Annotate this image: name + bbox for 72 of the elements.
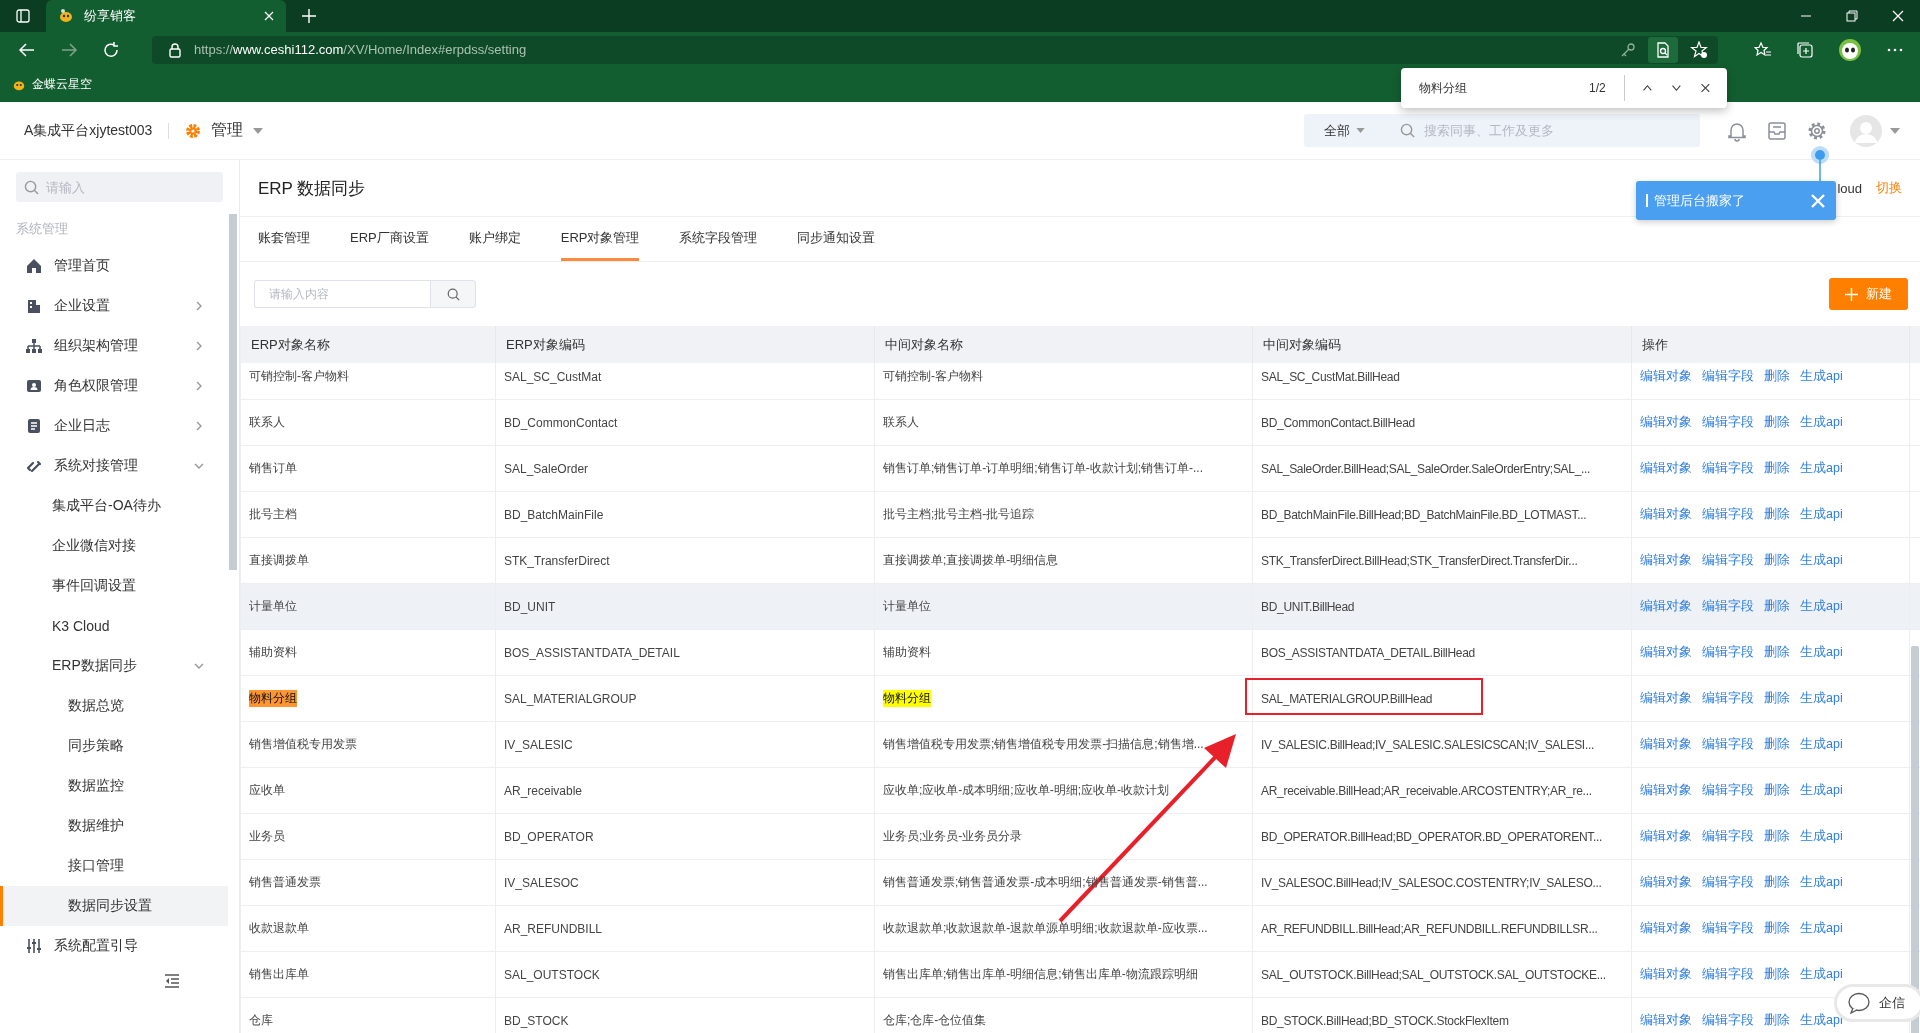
- table-cell: STK_TransferDirect: [504, 553, 610, 568]
- table-cell: 辅助资料: [883, 644, 931, 661]
- table-cell: BD_UNIT: [504, 599, 556, 614]
- table-cell: 计量单位: [883, 598, 931, 615]
- table-cell: 销售订单: [249, 460, 297, 477]
- table-cell: SAL_SaleOrder: [504, 461, 589, 476]
- table-cell: SAL_OUTSTOCK.BillHead;SAL_OUTSTOCK.SAL_OUTSTOCKE...: [1261, 967, 1606, 982]
- page-title: ERP 数据同步: [258, 177, 366, 200]
- table-cell: SAL_OUTSTOCK: [504, 967, 600, 982]
- table-cell: AR_receivable.BillHead;AR_receivable.ARCOSTENTRY;AR_re...: [1261, 783, 1592, 798]
- table-cell: STK_TransferDirect.BillHead;STK_TransferDirect.TransferDir...: [1261, 553, 1578, 568]
- company-name: A集成平台xjytest003: [24, 121, 153, 140]
- url-text: https://www.ceshi112.com/XV/Home/Index#erpdss/setting: [194, 42, 527, 57]
- table-cell: BD_BatchMainFile: [504, 507, 604, 522]
- table-cell: 联系人: [249, 414, 285, 431]
- tab-title: 纷享销客: [84, 7, 137, 25]
- table-cell: IV_SALESIC.BillHead;IV_SALESIC.SALESICSCAN;IV_SALESI...: [1261, 737, 1594, 752]
- table-cell: 直接调拨单;直接调拨单-明细信息: [883, 552, 1059, 569]
- table-cell: AR_receivable: [504, 783, 583, 798]
- table-cell: 销售普通发票: [249, 874, 321, 891]
- table-cell: 批号主档: [249, 506, 297, 523]
- notice-text: 管理后台搬家了: [1654, 191, 1745, 210]
- table-cell: BOS_ASSISTANTDATA_DETAIL.BillHead: [1261, 645, 1475, 660]
- table-cell: IV_SALESOC.BillHead;IV_SALESOC.COSTENTRY;IV_SALESO...: [1261, 875, 1602, 890]
- table-cell: BD_CommonContact: [504, 415, 618, 430]
- table-cell: 可销控制-客户物料: [249, 368, 349, 385]
- table-cell: 销售增值税专用发票: [249, 736, 357, 753]
- table-cell: BD_STOCK: [504, 1013, 569, 1028]
- table-cell: 计量单位: [249, 598, 297, 615]
- column-header: 中间对象编码: [1263, 335, 1341, 354]
- table-cell: 销售出库单;销售出库单-明细信息;销售出库单-物流跟踪明细: [883, 966, 1198, 983]
- table-cell: SAL_SC_CustMat: [504, 369, 602, 384]
- section-label: 系统管理: [15, 220, 69, 238]
- table-cell: 物料分组: [249, 690, 297, 707]
- table-cell: IV_SALESIC: [504, 737, 573, 752]
- table-cell: 联系人: [883, 414, 919, 431]
- table-cell: SAL_SaleOrder.BillHead;SAL_SaleOrder.SaleOrderEntry;SAL_...: [1261, 461, 1591, 476]
- table-cell: SAL_MATERIALGROUP.BillHead: [1261, 691, 1433, 706]
- table-cell: 销售增值税专用发票;销售增值税专用发票-扫描信息;销售增...: [883, 736, 1204, 753]
- table-cell: AR_REFUNDBILL: [504, 921, 603, 936]
- column-header: ERP对象名称: [251, 335, 330, 354]
- table-cell: BD_CommonContact.BillHead: [1261, 415, 1415, 430]
- column-header: 操作: [1642, 335, 1668, 354]
- table-cell: 可销控制-客户物料: [883, 368, 983, 385]
- table-cell: SAL_MATERIALGROUP: [504, 691, 637, 706]
- table-cell: 收款退款单: [249, 920, 309, 937]
- table-cell: 应收单: [249, 782, 285, 799]
- table-cell: BOS_ASSISTANTDATA_DETAIL: [504, 645, 680, 660]
- column-header: 中间对象名称: [885, 335, 963, 354]
- table-cell: 销售出库单: [249, 966, 309, 983]
- table-cell: IV_SALESOC: [504, 875, 579, 890]
- table-cell: 批号主档;批号主档-批号追踪: [883, 506, 1035, 523]
- match-count: 1/2: [1589, 81, 1606, 95]
- table-cell: 业务员;业务员-业务员分录: [883, 828, 1023, 845]
- table-cell: BD_BatchMainFile.BillHead;BD_BatchMainFile.BD_LOTMAST...: [1261, 507, 1587, 522]
- table-cell: BD_OPERATOR.BillHead;BD_OPERATOR.BD_OPERATORENT...: [1261, 829, 1603, 844]
- table-cell: 物料分组: [883, 690, 931, 707]
- table-cell: BD_UNIT.BillHead: [1261, 599, 1355, 614]
- table-cell: BD_OPERATOR: [504, 829, 594, 844]
- table-cell: 销售订单;销售订单-订单明细;销售订单-收款计划;销售订单-...: [883, 460, 1203, 477]
- table-cell: 收款退款单;收款退款单-退款单源单明细;收款退款单-应收票...: [883, 920, 1208, 937]
- table-cell: 辅助资料: [249, 644, 297, 661]
- table-cell: 应收单;应收单-成本明细;应收单-明细;应收单-收款计划: [883, 782, 1169, 799]
- table-cell: 直接调拨单: [249, 552, 309, 569]
- table-cell: 业务员: [249, 828, 285, 845]
- table-cell: AR_REFUNDBILL.BillHead;AR_REFUNDBILL.REFUNDBILLSR...: [1261, 921, 1598, 936]
- table-cell: 仓库;仓库-仓位值集: [883, 1012, 987, 1029]
- table-cell: SAL_SC_CustMat.BillHead: [1261, 369, 1400, 384]
- table-cell: BD_STOCK.BillHead;BD_STOCK.StockFlexItem: [1261, 1013, 1509, 1028]
- column-header: ERP对象编码: [506, 335, 585, 354]
- table-cell: 仓库: [249, 1012, 273, 1029]
- account-name: loud: [1837, 180, 1862, 196]
